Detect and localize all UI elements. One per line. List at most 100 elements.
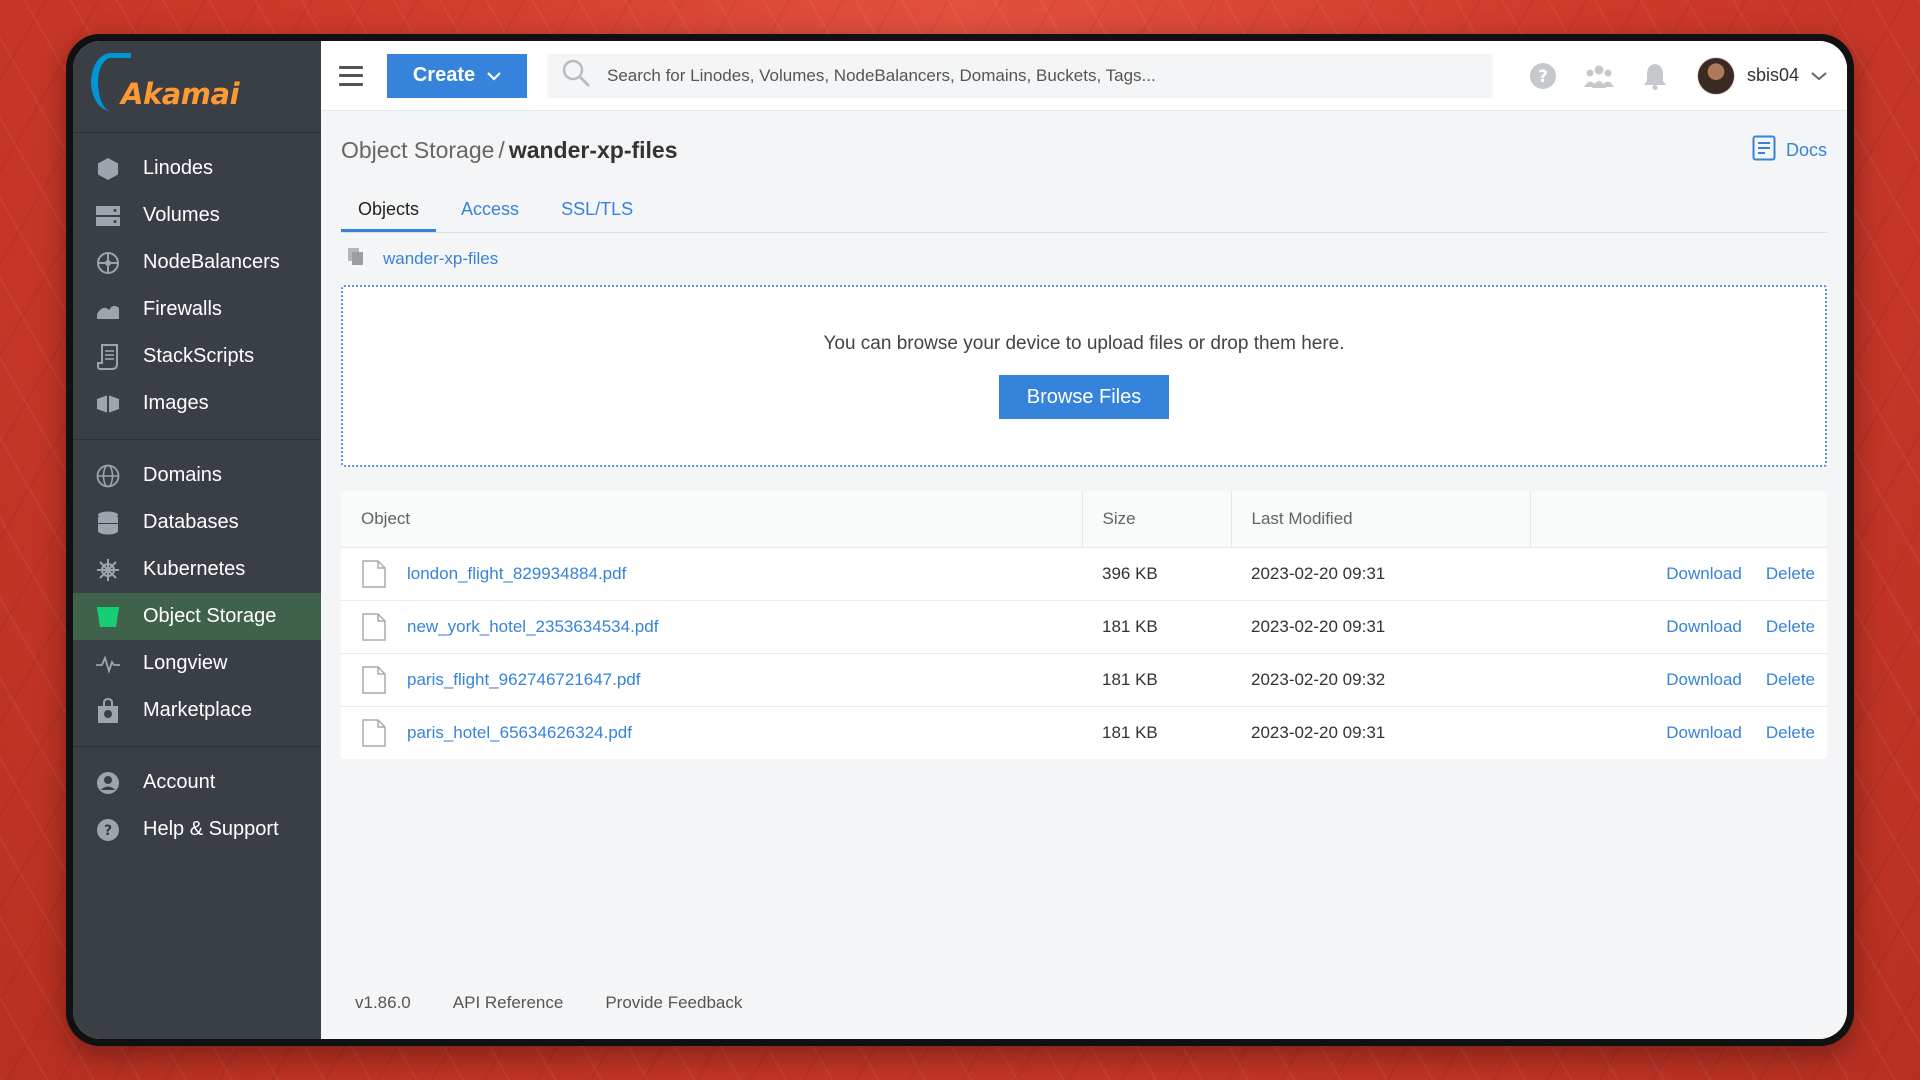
column-header-size[interactable]: Size [1082, 491, 1232, 547]
download-button[interactable]: Download [1666, 617, 1742, 636]
column-header-object[interactable]: Object [341, 491, 1083, 547]
table-row: paris_hotel_65634626324.pdf 181 KB 2023-… [341, 706, 1827, 759]
page-content: Object Storage / wander-xp-files Docs Obje… [321, 111, 1847, 1039]
sidebar-item-images[interactable]: Images [73, 380, 321, 427]
object-modified: 2023-02-20 09:31 [1251, 722, 1386, 742]
sidebar-item-label: Domains [143, 464, 222, 486]
user-menu[interactable]: sbis04 [1696, 56, 1827, 95]
object-link[interactable]: paris_hotel_65634626324.pdf [407, 723, 632, 743]
object-size: 396 KB [1102, 563, 1158, 583]
sidebar-item-label: Kubernetes [143, 558, 246, 580]
community-icon[interactable] [1583, 61, 1614, 91]
sidebar-item-stackscripts[interactable]: StackScripts [73, 333, 321, 380]
sidebar: Akamai Linodes Volumes NodeBalancers Fir… [73, 41, 321, 1039]
object-link[interactable]: paris_flight_962746721647.pdf [407, 670, 640, 690]
nodebalancer-icon [95, 250, 121, 276]
download-button[interactable]: Download [1666, 564, 1742, 583]
username: sbis04 [1746, 65, 1799, 85]
sidebar-item-label: Images [143, 392, 209, 414]
table-row: new_york_hotel_2353634534.pdf 181 KB 202… [341, 600, 1827, 653]
delete-button[interactable]: Delete [1766, 564, 1815, 583]
notification-bell-icon[interactable] [1640, 61, 1670, 91]
object-size: 181 KB [1102, 669, 1158, 689]
sidebar-item-volumes[interactable]: Volumes [73, 192, 321, 239]
file-icon [361, 559, 387, 588]
sidebar-item-linodes[interactable]: Linodes [73, 145, 321, 192]
sidebar-item-marketplace[interactable]: Marketplace [73, 687, 321, 734]
delete-button[interactable]: Delete [1766, 617, 1815, 636]
provide-feedback-link[interactable]: Provide Feedback [605, 993, 742, 1013]
script-icon [95, 343, 121, 370]
logo-text: Akamai [121, 76, 240, 111]
copy-files-icon [347, 247, 365, 272]
hexagon-icon [95, 156, 121, 182]
akamai-logo[interactable]: Akamai [73, 41, 321, 133]
sidebar-item-nodebalancers[interactable]: NodeBalancers [73, 239, 321, 286]
sidebar-item-longview[interactable]: Longview [73, 640, 321, 687]
tab-bar: Objects Access SSL/TLS [341, 189, 1827, 233]
avatar [1696, 56, 1735, 95]
sidebar-item-kubernetes[interactable]: Kubernetes [73, 546, 321, 593]
object-size: 181 KB [1102, 616, 1158, 636]
upload-dropzone[interactable]: You can browse your device to upload fil… [341, 285, 1827, 467]
svg-text:?: ? [104, 823, 112, 839]
page-header: Object Storage / wander-xp-files Docs [341, 111, 1827, 189]
breadcrumb: Object Storage / wander-xp-files [341, 137, 678, 164]
menu-toggle-icon[interactable] [339, 65, 363, 86]
sidebar-item-label: Object Storage [143, 605, 277, 627]
logo-arc-icon [91, 53, 131, 111]
help-icon: ? [95, 817, 121, 843]
sidebar-item-label: Databases [143, 511, 239, 533]
delete-button[interactable]: Delete [1766, 670, 1815, 689]
version-label: v1.86.0 [355, 993, 411, 1012]
chevron-down-icon [487, 68, 501, 84]
download-button[interactable]: Download [1666, 670, 1742, 689]
delete-button[interactable]: Delete [1766, 723, 1815, 742]
sidebar-item-firewalls[interactable]: Firewalls [73, 286, 321, 333]
sidebar-item-label: Longview [143, 652, 228, 674]
database-icon [95, 510, 121, 536]
docs-label: Docs [1785, 139, 1827, 160]
breadcrumb-separator: / [498, 136, 505, 163]
sidebar-item-account[interactable]: Account [73, 759, 321, 806]
object-modified: 2023-02-20 09:31 [1251, 563, 1386, 583]
app-screen: Akamai Linodes Volumes NodeBalancers Fir… [73, 41, 1847, 1039]
help-icon[interactable]: ? [1528, 61, 1558, 91]
object-size: 181 KB [1102, 722, 1158, 742]
tab-ssl-tls[interactable]: SSL/TLS [544, 199, 650, 232]
chevron-down-icon [1811, 68, 1827, 84]
sidebar-item-object-storage[interactable]: Object Storage [73, 593, 321, 640]
file-icon [361, 718, 387, 747]
sidebar-item-help-support[interactable]: ? Help & Support [73, 806, 321, 853]
tab-objects[interactable]: Objects [341, 199, 437, 232]
sidebar-item-domains[interactable]: Domains [73, 452, 321, 499]
file-icon [361, 612, 387, 641]
nav-group-account: Account ? Help & Support [73, 747, 321, 865]
nav-group-compute: Linodes Volumes NodeBalancers Firewalls … [73, 133, 321, 440]
sidebar-item-label: Help & Support [143, 818, 279, 840]
page-title: wander-xp-files [508, 136, 678, 163]
object-modified: 2023-02-20 09:31 [1251, 616, 1386, 636]
api-reference-link[interactable]: API Reference [453, 993, 564, 1013]
download-button[interactable]: Download [1666, 723, 1742, 742]
file-icon [361, 665, 387, 694]
browse-files-button[interactable]: Browse Files [999, 375, 1169, 419]
object-link[interactable]: london_flight_829934884.pdf [407, 564, 626, 584]
column-header-last-modified[interactable]: Last Modified [1231, 491, 1531, 547]
breadcrumb-parent[interactable]: Object Storage [341, 137, 494, 163]
bucket-link[interactable]: wander-xp-files [383, 249, 498, 269]
helm-icon [95, 557, 121, 583]
search-input[interactable] [607, 65, 1493, 86]
table-row: paris_flight_962746721647.pdf 181 KB 202… [341, 653, 1827, 706]
docs-link[interactable]: Docs [1752, 135, 1827, 166]
sidebar-item-databases[interactable]: Databases [73, 499, 321, 546]
tab-access[interactable]: Access [444, 199, 536, 232]
document-icon [1752, 135, 1776, 166]
globe-icon [95, 463, 121, 489]
sidebar-item-label: NodeBalancers [143, 251, 280, 273]
dropzone-text: You can browse your device to upload fil… [823, 333, 1345, 354]
image-icon [95, 391, 121, 417]
svg-text:?: ? [1538, 67, 1548, 87]
create-button[interactable]: Create [387, 53, 527, 98]
object-link[interactable]: new_york_hotel_2353634534.pdf [407, 617, 658, 637]
